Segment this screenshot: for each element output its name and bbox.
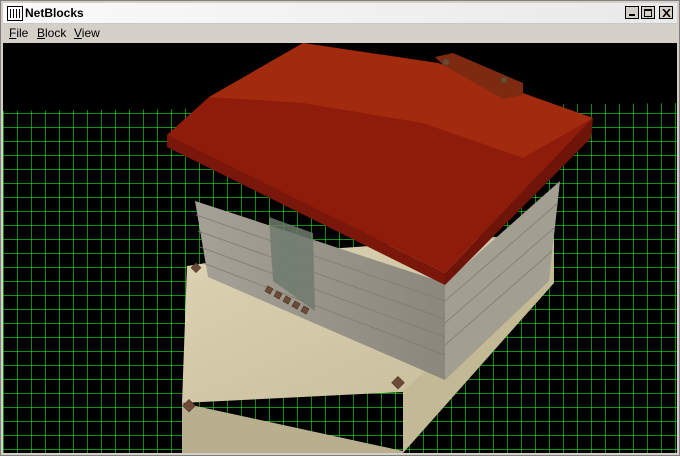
menu-bar: File Block View [3,24,677,42]
maximize-button[interactable] [641,6,655,19]
menu-view[interactable]: View [74,26,100,40]
title-bar[interactable]: NetBlocks [3,3,677,24]
app-window: NetBlocks File Block View [0,0,680,456]
window-title: NetBlocks [25,6,84,20]
marker-roof-2 [500,76,508,84]
3d-viewport[interactable] [3,43,677,453]
close-button[interactable] [659,6,673,19]
menu-file[interactable]: File [9,26,28,40]
menu-block[interactable]: Block [37,26,66,40]
marker-roof-1 [442,58,450,66]
scene-svg [3,43,677,453]
minimize-button[interactable] [625,6,639,19]
app-icon[interactable] [7,6,23,21]
